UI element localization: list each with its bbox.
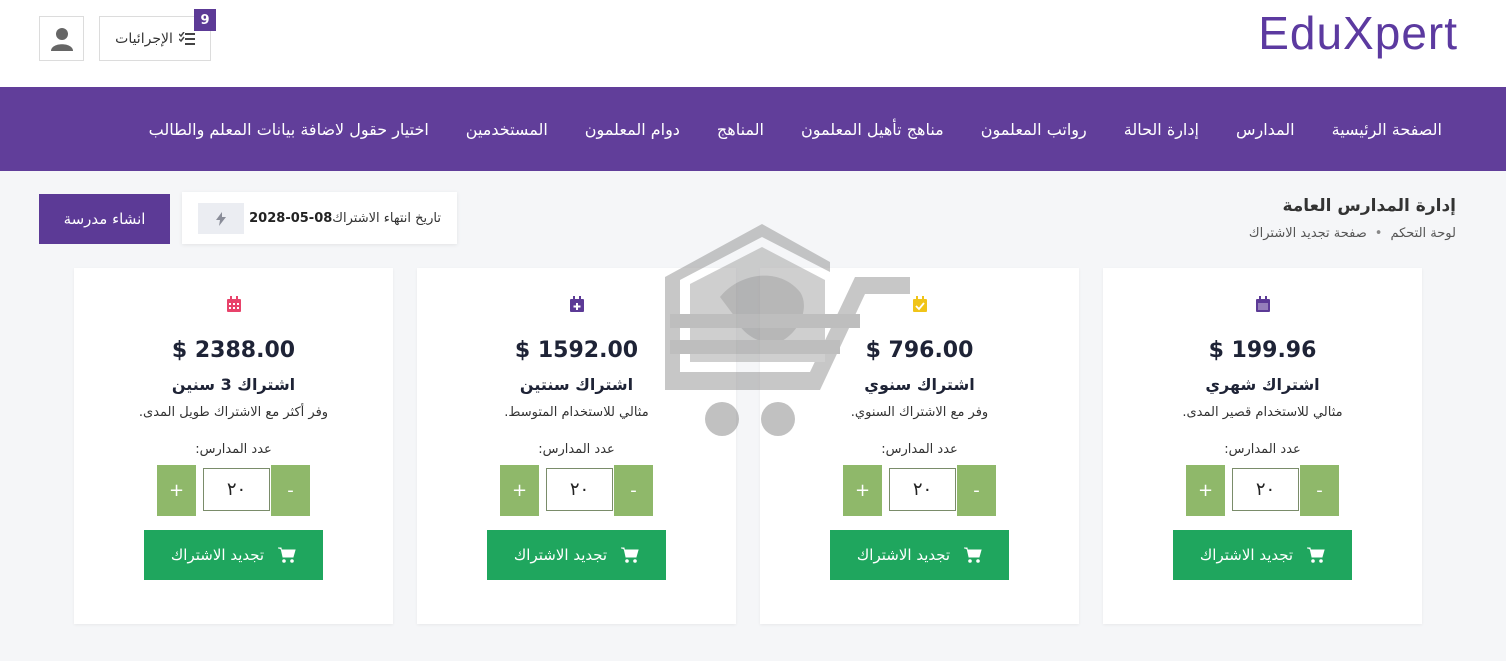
increase-button[interactable]: +	[843, 465, 882, 516]
breadcrumb-dashboard[interactable]: لوحة التحكم	[1390, 226, 1456, 241]
lightning-icon	[216, 211, 226, 226]
school-count-input[interactable]: ٢٠	[889, 468, 956, 511]
cart-icon	[964, 547, 982, 563]
logo-text: EduXpert	[1258, 7, 1458, 59]
plan-card-monthly: 199.96 $ اشتراك شهري مثالي للاستخدام قصي…	[1103, 268, 1422, 624]
user-icon	[50, 27, 73, 51]
school-count-stepper: + ٢٠ -	[843, 465, 996, 516]
breadcrumb-separator: •	[1374, 226, 1383, 241]
decrease-button[interactable]: -	[271, 465, 310, 516]
plan-price: 1592.00 $	[514, 338, 639, 363]
breadcrumb: لوحة التحكم • صفحة تجديد الاشتراك	[1249, 226, 1456, 241]
plan-name: اشتراك شهري	[1205, 375, 1320, 394]
increase-button[interactable]: +	[1186, 465, 1225, 516]
cart-icon	[1307, 547, 1325, 563]
user-menu-button[interactable]	[39, 16, 84, 61]
breadcrumb-current: صفحة تجديد الاشتراك	[1248, 226, 1367, 241]
nav-item-teacher-salaries[interactable]: رواتب المعلمون	[981, 120, 1087, 139]
nav-item-teacher-attendance[interactable]: دوام المعلمون	[585, 120, 680, 139]
nav-item-status-management[interactable]: إدارة الحالة	[1124, 120, 1199, 139]
school-count-stepper: + ٢٠ -	[157, 465, 310, 516]
cart-icon	[621, 547, 639, 563]
flash-button[interactable]	[198, 203, 244, 234]
renew-label: تجديد الاشتراك	[170, 546, 265, 564]
school-count-stepper: + ٢٠ -	[1186, 465, 1339, 516]
renew-label: تجديد الاشتراك	[856, 546, 951, 564]
actions-label: الإجرائيات	[115, 30, 173, 47]
nav-item-field-selection[interactable]: اختيار حقول لاضافة بيانات المعلم والطالب	[149, 120, 429, 139]
renew-subscription-button[interactable]: تجديد الاشتراك	[1173, 530, 1352, 580]
plan-name: اشتراك 3 سنين	[171, 375, 296, 394]
plan-card-yearly: 796.00 $ اشتراك سنوي وفر مع الاشتراك الس…	[760, 268, 1079, 624]
plan-price: 199.96 $	[1208, 338, 1317, 363]
school-count-label: عدد المدارس:	[195, 442, 272, 457]
school-count-input[interactable]: ٢٠	[1232, 468, 1299, 511]
school-count-label: عدد المدارس:	[881, 442, 958, 457]
school-count-input[interactable]: ٢٠	[546, 468, 613, 511]
increase-button[interactable]: +	[157, 465, 196, 516]
school-count-input[interactable]: ٢٠	[203, 468, 270, 511]
plan-name: اشتراك سنوي	[864, 375, 975, 394]
actions-count-badge: 9	[194, 9, 216, 31]
renew-subscription-button[interactable]: تجديد الاشتراك	[487, 530, 666, 580]
plan-description: وفر مع الاشتراك السنوي.	[850, 405, 989, 420]
decrease-button[interactable]: -	[957, 465, 996, 516]
nav-item-home[interactable]: الصفحة الرئيسية	[1332, 120, 1442, 139]
decrease-button[interactable]: -	[1300, 465, 1339, 516]
expiry-date: 2028-05-08	[249, 210, 333, 226]
logo[interactable]: EduXpert	[1258, 6, 1458, 60]
nav-item-schools[interactable]: المدارس	[1236, 120, 1295, 139]
plan-price: 796.00 $	[865, 338, 974, 363]
top-bar: EduXpert الإجرائيات 9	[0, 0, 1506, 87]
cart-icon	[278, 547, 296, 563]
increase-button[interactable]: +	[500, 465, 539, 516]
plan-card-two-years: 1592.00 $ اشتراك سنتين مثالي للاستخدام ا…	[417, 268, 736, 624]
calendar-grid-icon	[226, 296, 241, 312]
subscription-expiry: تاريخ انتهاء الاشتراك 2028-05-08	[182, 192, 457, 244]
renew-label: تجديد الاشتراك	[1199, 546, 1294, 564]
nav-item-teacher-qualification[interactable]: مناهج تأهيل المعلمون	[801, 120, 944, 139]
expiry-label: تاريخ انتهاء الاشتراك	[332, 210, 441, 226]
nav-item-users[interactable]: المستخدمين	[466, 120, 548, 139]
nav-item-curricula[interactable]: المناهج	[717, 120, 764, 139]
plan-description: مثالي للاستخدام المتوسط.	[504, 405, 649, 420]
calendar-plus-icon	[569, 296, 584, 312]
renew-subscription-button[interactable]: تجديد الاشتراك	[830, 530, 1009, 580]
school-count-label: عدد المدارس:	[538, 442, 615, 457]
calendar-check-icon	[912, 296, 927, 312]
page-title: إدارة المدارس العامة	[1282, 196, 1456, 216]
renew-subscription-button[interactable]: تجديد الاشتراك	[144, 530, 323, 580]
plan-description: مثالي للاستخدام قصير المدى.	[1182, 405, 1343, 420]
decrease-button[interactable]: -	[614, 465, 653, 516]
school-count-stepper: + ٢٠ -	[500, 465, 653, 516]
plan-price: 2388.00 $	[171, 338, 296, 363]
renew-label: تجديد الاشتراك	[513, 546, 608, 564]
plan-description: وفر أكثر مع الاشتراك طويل المدى.	[138, 405, 329, 420]
plan-card-three-years: 2388.00 $ اشتراك 3 سنين وفر أكثر مع الاش…	[74, 268, 393, 624]
checklist-icon	[178, 31, 195, 45]
main-nav: الصفحة الرئيسية المدارس إدارة الحالة روا…	[0, 87, 1506, 171]
plan-name: اشتراك سنتين	[519, 375, 634, 394]
school-count-label: عدد المدارس:	[1224, 442, 1301, 457]
create-school-button[interactable]: انشاء مدرسة	[39, 194, 170, 244]
calendar-icon	[1255, 296, 1270, 312]
